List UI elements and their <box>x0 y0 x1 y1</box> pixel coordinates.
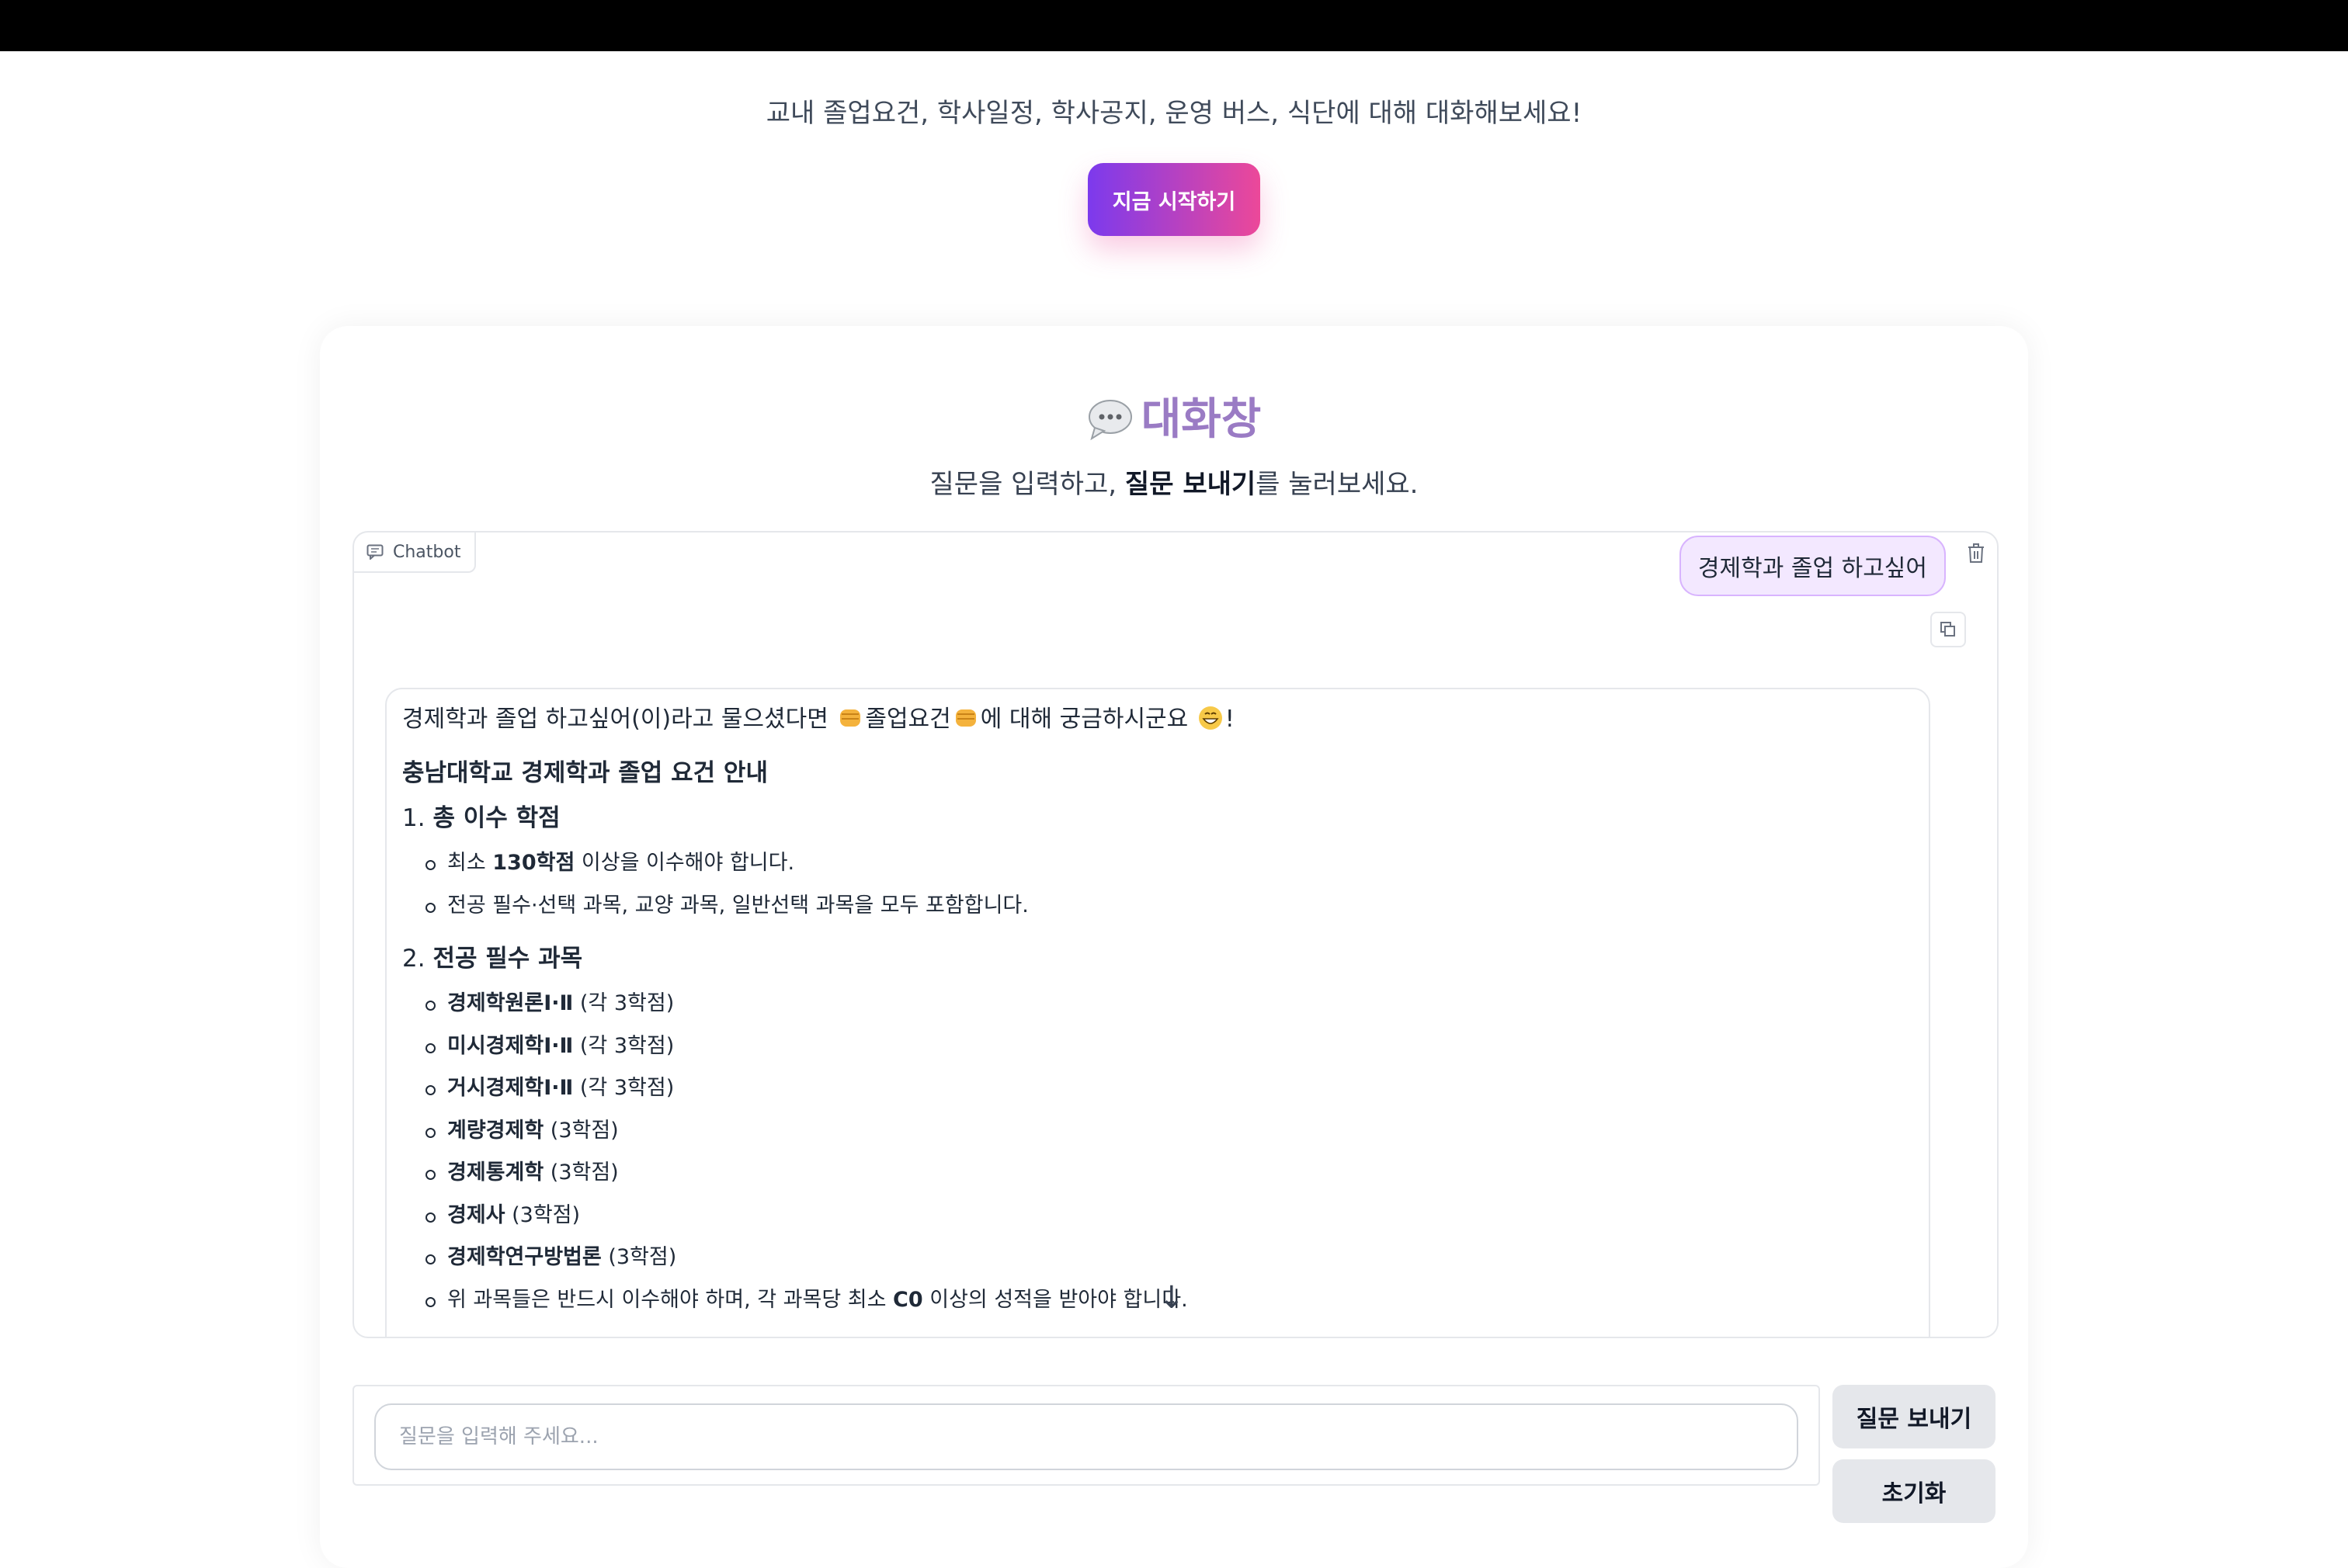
list-item: 미시경제학Ⅰ·Ⅱ (각 3학점) <box>425 1025 1913 1068</box>
bot-intro-text-d: ! <box>1224 706 1235 733</box>
list-item: 계량경제학 (3학점) <box>425 1110 1913 1153</box>
list-item: 전공 필수·선택 과목, 교양 과목, 일반선택 과목을 모두 포함합니다. <box>425 885 1913 928</box>
speech-bubble-icon <box>1088 400 1132 440</box>
list-item: 경제학원론Ⅰ·Ⅱ (각 3학점) <box>425 983 1913 1025</box>
instruction-pre: 질문을 입력하고, <box>929 469 1125 500</box>
bot-intro: 경제학과 졸업 하고싶어(이)라고 물으셨다면 졸업요건 에 대해 궁금하시군요 … <box>402 703 1913 736</box>
list-item: 경제사 (3학점) <box>425 1195 1913 1237</box>
section-heading-2: 2. 전공 필수 과목 <box>402 941 1913 977</box>
start-now-button[interactable]: 지금 시작하기 <box>1088 163 1260 236</box>
list-item: 경제학연구방법론 (3학점) <box>425 1237 1913 1279</box>
trash-icon[interactable] <box>1958 536 1994 571</box>
section-1-list: 최소 130학점 이상을 이수해야 합니다. 전공 필수·선택 과목, 교양 과… <box>402 842 1913 927</box>
chatbot-panel[interactable]: Chatbot 경제학과 졸업 하고싶어 경제학과 졸업 하고싶어(이)라고 물… <box>353 531 1999 1338</box>
chat-section-title-text: 대화창 <box>1141 394 1262 445</box>
section-2-list: 경제학원론Ⅰ·Ⅱ (각 3학점) 미시경제학Ⅰ·Ⅱ (각 3학점) 거시경제학Ⅰ… <box>402 983 1913 1321</box>
section-title: 총 이수 학점 <box>432 804 561 832</box>
chatbot-label-text: Chatbot <box>393 542 461 562</box>
copy-icon[interactable] <box>1930 612 1966 647</box>
instruction-post: 를 눌러보세요. <box>1256 469 1419 500</box>
section-title: 전공 필수 과목 <box>432 945 583 973</box>
instruction-bold: 질문 보내기 <box>1124 469 1256 500</box>
user-message-bubble: 경제학과 졸업 하고싶어 <box>1679 536 1946 596</box>
reset-button[interactable]: 초기화 <box>1832 1459 1995 1523</box>
guide-title: 충남대학교 경제학과 졸업 요건 안내 <box>402 759 768 787</box>
section-heading-1: 1. 총 이수 학점 <box>402 800 1913 836</box>
grinning-face-emoji-icon <box>1196 705 1225 731</box>
section-number: 2. <box>402 945 425 973</box>
chat-icon <box>366 544 384 560</box>
bot-message-bubble: 경제학과 졸업 하고싶어(이)라고 물으셨다면 졸업요건 에 대해 궁금하시군요 … <box>385 688 1930 1337</box>
list-item: 최소 130학점 이상을 이수해야 합니다. <box>425 842 1913 885</box>
top-black-bar <box>0 0 2348 51</box>
send-question-button[interactable]: 질문 보내기 <box>1832 1385 1995 1448</box>
bot-intro-text-c: 에 대해 궁금하시군요 <box>980 706 1196 733</box>
list-item: 거시경제학Ⅰ·Ⅱ (각 3학점) <box>425 1067 1913 1110</box>
section-number: 1. <box>402 804 425 832</box>
message-input[interactable] <box>374 1403 1798 1470</box>
chat-section-title: 대화창 <box>0 384 2348 447</box>
bot-intro-text-a: 경제학과 졸업 하고싶어(이)라고 물으셨다면 <box>402 706 836 733</box>
hero-subtitle: 교내 졸업요건, 학사일정, 학사공지, 운영 버스, 식단에 대해 대화해보세… <box>766 98 1582 129</box>
fist-emoji-icon <box>835 705 865 731</box>
scroll-down-arrow-icon[interactable]: ↓ <box>1158 1282 1185 1313</box>
bot-intro-text-b: 졸업요건 <box>865 706 951 733</box>
chat-instruction: 질문을 입력하고, 질문 보내기를 눌러보세요. <box>0 463 2348 501</box>
message-input-container <box>353 1385 1820 1486</box>
chatbot-label: Chatbot <box>354 532 477 573</box>
fist-emoji-icon <box>951 705 981 731</box>
list-item: 경제통계학 (3학점) <box>425 1152 1913 1195</box>
